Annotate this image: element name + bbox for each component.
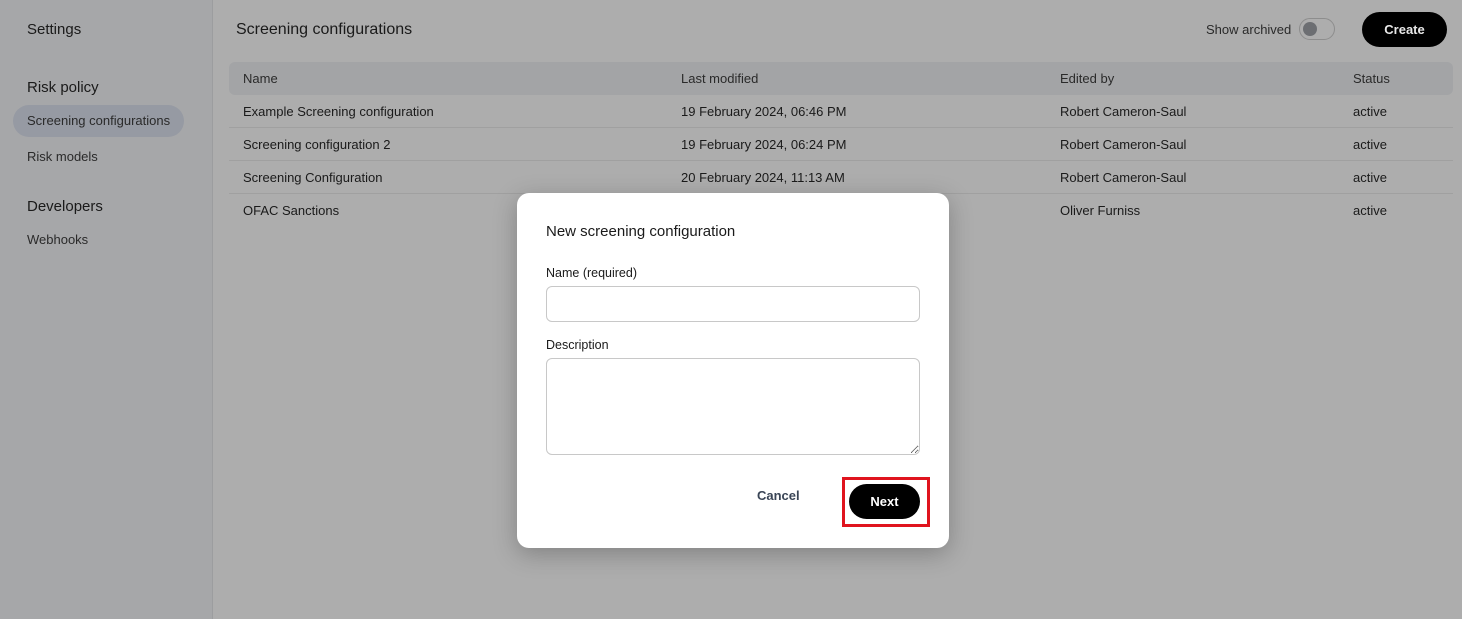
page-title: Screening configurations <box>236 21 413 38</box>
cell-last-modified: 19 February 2024, 06:46 PM <box>681 103 847 119</box>
name-label: Name (required) <box>546 266 638 280</box>
cancel-button[interactable]: Cancel <box>757 488 800 503</box>
table-row[interactable]: Example Screening configuration 19 Februa… <box>229 95 1453 128</box>
cell-status: active <box>1353 203 1387 218</box>
new-configuration-dialog: New screening configuration Name (requir… <box>517 193 949 548</box>
description-textarea[interactable] <box>546 358 920 455</box>
sidebar-section-developers: Developers <box>27 198 103 215</box>
cell-edited-by: Robert Cameron-Saul <box>1060 136 1187 152</box>
sidebar-item-risk-models[interactable]: Risk models <box>13 141 112 173</box>
cell-name: Screening configuration 2 <box>243 136 391 152</box>
sidebar-item-screening-configurations[interactable]: Screening configurations <box>13 105 185 137</box>
cell-edited-by: Robert Cameron-Saul <box>1060 169 1187 185</box>
table-row[interactable]: Screening Configuration 20 February 2024,… <box>229 161 1453 194</box>
column-header-edited-by[interactable]: Edited by <box>1060 71 1114 86</box>
cell-status: active <box>1353 103 1387 119</box>
column-header-name[interactable]: Name <box>243 71 278 86</box>
show-archived-toggle[interactable] <box>1299 18 1336 40</box>
description-label: Description <box>546 338 609 352</box>
cell-last-modified: 20 February 2024, 11:13 AM <box>681 169 845 185</box>
cell-edited-by: Robert Cameron-Saul <box>1060 103 1187 119</box>
dialog-title: New screening configuration <box>546 223 736 240</box>
create-button[interactable]: Create <box>1362 12 1447 47</box>
next-button[interactable]: Next <box>849 484 920 519</box>
cell-last-modified: 19 February 2024, 06:24 PM <box>681 136 847 152</box>
cell-status: active <box>1353 136 1387 152</box>
settings-sidebar: Settings Risk policy Screening configura… <box>0 0 213 619</box>
table-header: Name Last modified Edited by Status <box>229 62 1453 95</box>
cell-edited-by: Oliver Furniss <box>1060 203 1141 218</box>
column-header-last-modified[interactable]: Last modified <box>681 71 758 86</box>
sidebar-title: Settings <box>27 21 82 38</box>
name-input[interactable] <box>546 286 920 322</box>
cell-name: Screening Configuration <box>243 169 383 185</box>
cell-status: active <box>1353 169 1387 185</box>
cell-name: OFAC Sanctions <box>243 203 340 218</box>
sidebar-item-webhooks[interactable]: Webhooks <box>13 224 102 256</box>
show-archived-label: Show archived <box>1206 21 1292 37</box>
table-row[interactable]: Screening configuration 2 19 February 202… <box>229 128 1453 161</box>
toggle-knob <box>1303 22 1318 36</box>
column-header-status[interactable]: Status <box>1353 71 1390 86</box>
sidebar-section-risk-policy: Risk policy <box>27 79 99 96</box>
cell-name: Example Screening configuration <box>243 103 434 119</box>
show-archived-control: Show archived <box>1206 18 1336 40</box>
